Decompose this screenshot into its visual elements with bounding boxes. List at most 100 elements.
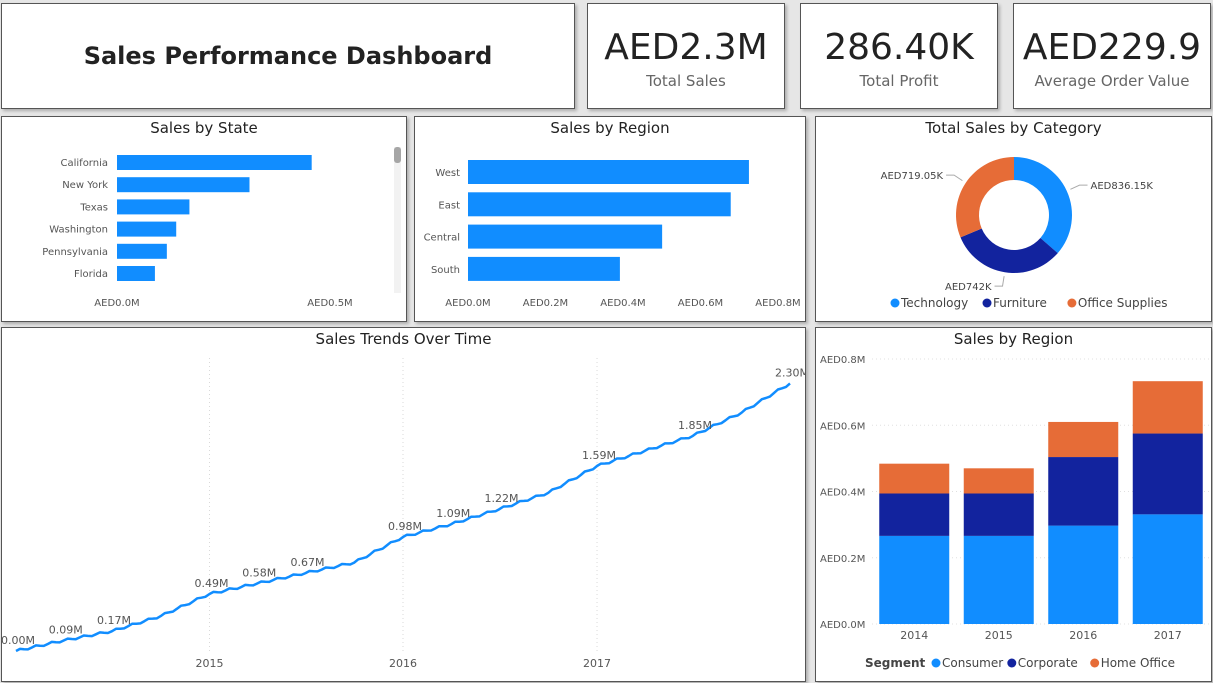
category-label: California [61, 158, 109, 169]
x-tick-label: AED0.6M [678, 298, 723, 309]
x-tick-label: AED0.5M [307, 298, 352, 309]
category-label: Washington [49, 225, 108, 236]
data-label: 0.49M [195, 577, 229, 590]
title-tile: Sales Performance Dashboard [1, 3, 575, 109]
visual-sales-by-region[interactable]: Sales by Region West East Central South AED0… [414, 116, 806, 322]
stacked-bar-segment [1048, 525, 1119, 624]
data-label: 0.00M [2, 634, 35, 647]
visual-sales-by-category[interactable]: Total Sales by Category AED836.15K AED742… [815, 116, 1212, 322]
kpi-label: Total Profit [859, 72, 939, 90]
stacked-bar-segment [1048, 421, 1119, 458]
legend-label: Consumer [942, 656, 1003, 670]
bar [468, 160, 749, 184]
kpi-label: Average Order Value [1034, 72, 1190, 90]
category-label: Texas [79, 202, 108, 213]
x-tick-label: AED0.8M [755, 298, 800, 309]
sales-by-region-chart: West East Central South AED0.0M AED0.2M AED0.4… [424, 160, 801, 309]
y-tick-label: AED0.4M [820, 488, 865, 499]
stacked-bar-segment [879, 463, 950, 494]
x-tick-label: AED0.2M [523, 298, 568, 309]
kpi-card-total-sales[interactable]: AED2.3M Total Sales [587, 3, 785, 109]
legend-marker [890, 298, 900, 308]
x-tick-label: 2015 [196, 657, 224, 670]
category-label: South [431, 265, 460, 276]
data-label: 1.22M [484, 492, 518, 505]
data-label: 0.17M [97, 614, 131, 627]
kpi-label: Total Sales [646, 72, 726, 90]
stacked-bar-segment [1132, 433, 1203, 515]
stacked-bar-segment [963, 468, 1034, 494]
legend-marker [1007, 658, 1017, 668]
data-label: AED719.05K [881, 171, 944, 182]
stacked-bar-segment [963, 535, 1034, 624]
x-tick-label: AED0.4M [600, 298, 645, 309]
data-label: 1.85M [678, 419, 712, 432]
category-label: Pennsylvania [42, 247, 108, 258]
bar [468, 256, 620, 281]
leader-line [994, 276, 1005, 287]
bar [117, 177, 250, 193]
kpi-value: AED229.9 [1022, 27, 1202, 68]
bar [117, 266, 155, 281]
stacked-bar-segment [879, 493, 950, 536]
scrollbar-thumb [394, 147, 401, 163]
x-tick-label: 2016 [1069, 629, 1097, 642]
category-label: East [438, 200, 460, 211]
legend-label: Corporate [1018, 656, 1078, 670]
data-label: 0.58M [242, 567, 276, 580]
visual-sales-by-segment[interactable]: Sales by Region AED0.0M AED0.2M AED0.4M AED… [815, 327, 1212, 682]
data-label: 0.98M [388, 520, 422, 533]
x-tick-label: 2014 [900, 629, 928, 642]
data-label: AED742K [945, 282, 992, 293]
bar [117, 155, 312, 170]
legend-marker [931, 658, 941, 668]
x-tick-label: 2015 [985, 629, 1013, 642]
y-tick-label: AED0.0M [820, 620, 865, 631]
legend-label: Home Office [1101, 656, 1175, 670]
visual-sales-by-state[interactable]: Sales by State California New York Texas Wa… [1, 116, 407, 322]
legend-label: Technology [900, 296, 968, 310]
bar [117, 243, 167, 259]
stacked-bar-segment [1132, 381, 1203, 434]
category-label: Central [424, 233, 460, 244]
category-label: Florida [74, 269, 108, 280]
sales-by-category-chart: AED836.15K AED742K AED719.05K Technology Fur… [881, 157, 1168, 310]
scrollbar-track [394, 147, 401, 293]
bar [468, 192, 731, 217]
stacked-bar-segment [1132, 514, 1203, 624]
kpi-card-total-profit[interactable]: 286.40K Total Profit [800, 3, 998, 109]
bar [468, 224, 663, 249]
data-label: 0.09M [49, 624, 83, 637]
data-label: 1.09M [436, 507, 470, 520]
legend-label: Furniture [993, 296, 1047, 310]
stacked-bar-segment [963, 493, 1034, 536]
donut-slice [1014, 157, 1072, 254]
kpi-card-average-order-value[interactable]: AED229.9 Average Order Value [1013, 3, 1211, 109]
legend-marker [1090, 658, 1100, 668]
kpi-value: 286.40K [824, 27, 974, 68]
legend-marker [982, 298, 992, 308]
legend-marker [1067, 298, 1077, 308]
stacked-bar-segment [879, 535, 950, 624]
sales-by-state-chart: California New York Texas Washington Pennsyl… [42, 147, 401, 309]
bar [117, 221, 177, 237]
kpi-value: AED2.3M [604, 27, 768, 68]
donut-slice [956, 157, 1014, 238]
category-label: West [435, 168, 460, 179]
visual-sales-trends[interactable]: Sales Trends Over Time 2015 2016 2017 0.00M… [1, 327, 806, 682]
leader-line [946, 174, 963, 182]
x-tick-label: 2016 [389, 657, 417, 670]
legend-title: Segment [865, 656, 926, 670]
leader-line [1070, 184, 1088, 190]
x-tick-label: AED0.0M [445, 298, 490, 309]
x-tick-label: 2017 [583, 657, 611, 670]
stacked-bar-segment [1048, 457, 1119, 526]
data-label: AED836.15K [1091, 181, 1154, 192]
page-title: Sales Performance Dashboard [83, 42, 493, 70]
data-label: 1.59M [582, 449, 616, 462]
y-tick-label: AED0.8M [820, 355, 865, 366]
category-label: New York [62, 180, 108, 191]
x-tick-label: 2017 [1154, 629, 1182, 642]
sales-by-segment-chart: AED0.0M AED0.2M AED0.4M AED0.6M AED0.8M 2014 2… [820, 355, 1210, 670]
x-tick-label: AED0.0M [94, 298, 139, 309]
